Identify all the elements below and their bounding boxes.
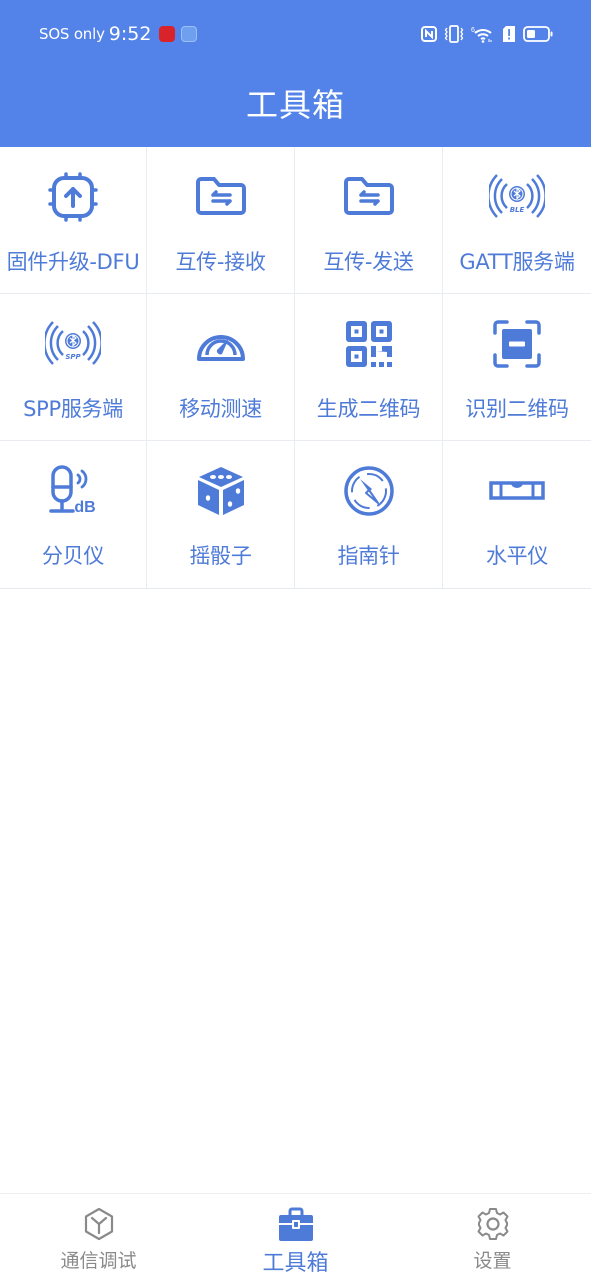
tool-scan-qr-code[interactable]: 识别二维码 — [443, 294, 591, 441]
spp-broadcast-icon: SPP — [45, 321, 101, 365]
tab-label: 通信调试 — [60, 1250, 137, 1272]
tool-spp-server[interactable]: SPP SPP服务端 — [0, 294, 147, 441]
nfc-icon — [421, 26, 437, 42]
scan-icon — [493, 320, 541, 368]
gear-icon — [477, 1208, 508, 1240]
tool-label: GATT服务端 — [459, 250, 575, 274]
tab-communication-debug[interactable]: 通信调试 — [0, 1194, 197, 1281]
tab-settings[interactable]: 设置 — [394, 1194, 591, 1281]
tool-gatt-server[interactable]: BLE GATT服务端 — [443, 147, 591, 294]
qr-code-icon — [345, 321, 392, 367]
tool-transfer-receive[interactable]: 互传-接收 — [147, 147, 295, 294]
tool-spirit-level[interactable]: 水平仪 — [443, 441, 591, 588]
tool-label: SPP服务端 — [23, 397, 123, 421]
tool-grid: 固件升级-DFU 互传-接收 互传-发送 BLE GATT服务端 SPP SPP… — [0, 147, 591, 589]
tool-label: 生成二维码 — [316, 397, 421, 421]
status-bar: SOS only 9:52 6 — [0, 0, 591, 66]
tool-label: 互传-发送 — [323, 250, 414, 274]
tab-toolbox[interactable]: 工具箱 — [197, 1194, 394, 1281]
speedometer-icon — [196, 335, 245, 361]
carrier-text: SOS only — [39, 25, 105, 43]
sim-alert-icon — [503, 26, 515, 42]
page-title: 工具箱 — [245, 86, 345, 124]
tool-label: 固件升级-DFU — [6, 250, 140, 274]
bottom-tab-bar: 通信调试 工具箱 设置 — [0, 1193, 591, 1281]
spirit-level-icon — [489, 481, 545, 500]
tool-generate-qr-code[interactable]: 生成二维码 — [295, 294, 443, 441]
tool-transfer-send[interactable]: 互传-发送 — [295, 147, 443, 294]
ble-broadcast-icon: BLE — [489, 174, 545, 218]
folder-transfer-icon — [343, 177, 394, 215]
toolbox-icon — [278, 1207, 313, 1241]
tool-label: 移动测速 — [179, 397, 262, 421]
battery-icon — [523, 26, 553, 42]
tool-roll-dice[interactable]: 摇骰子 — [147, 441, 295, 588]
tool-label: 互传-接收 — [175, 250, 266, 274]
tool-label: 水平仪 — [485, 544, 549, 568]
tool-decibel-meter[interactable]: dB 分贝仪 — [0, 441, 147, 588]
tool-label: 摇骰子 — [189, 544, 252, 568]
app-notification-blue-icon — [181, 26, 198, 42]
spp-text: SPP — [65, 353, 81, 361]
wifi-6-icon: 6 — [471, 27, 492, 43]
cube-icon — [84, 1207, 113, 1241]
ble-text: BLE — [510, 206, 525, 214]
tab-label: 工具箱 — [262, 1251, 329, 1276]
app-header: SOS only 9:52 6 工具箱 — [0, 0, 591, 147]
svg-text:6: 6 — [471, 27, 475, 34]
app-notification-red-icon — [159, 26, 176, 42]
firmware-upgrade-icon — [48, 172, 98, 222]
tool-label: 识别二维码 — [465, 397, 569, 421]
tool-mobile-speed-test[interactable]: 移动测速 — [147, 294, 295, 441]
vibrate-icon — [444, 25, 464, 43]
tool-compass[interactable]: 指南针 — [295, 441, 443, 588]
db-text: dB — [74, 499, 95, 516]
clock: 9:52 — [108, 23, 152, 45]
decibel-meter-icon: dB — [49, 465, 96, 516]
dice-icon — [197, 467, 244, 515]
folder-transfer-icon — [195, 177, 246, 215]
compass-icon — [343, 466, 394, 516]
tool-label: 分贝仪 — [41, 544, 105, 568]
tool-firmware-upgrade-dfu[interactable]: 固件升级-DFU — [0, 147, 147, 294]
tab-label: 设置 — [473, 1250, 512, 1272]
tool-label: 指南针 — [337, 544, 400, 568]
